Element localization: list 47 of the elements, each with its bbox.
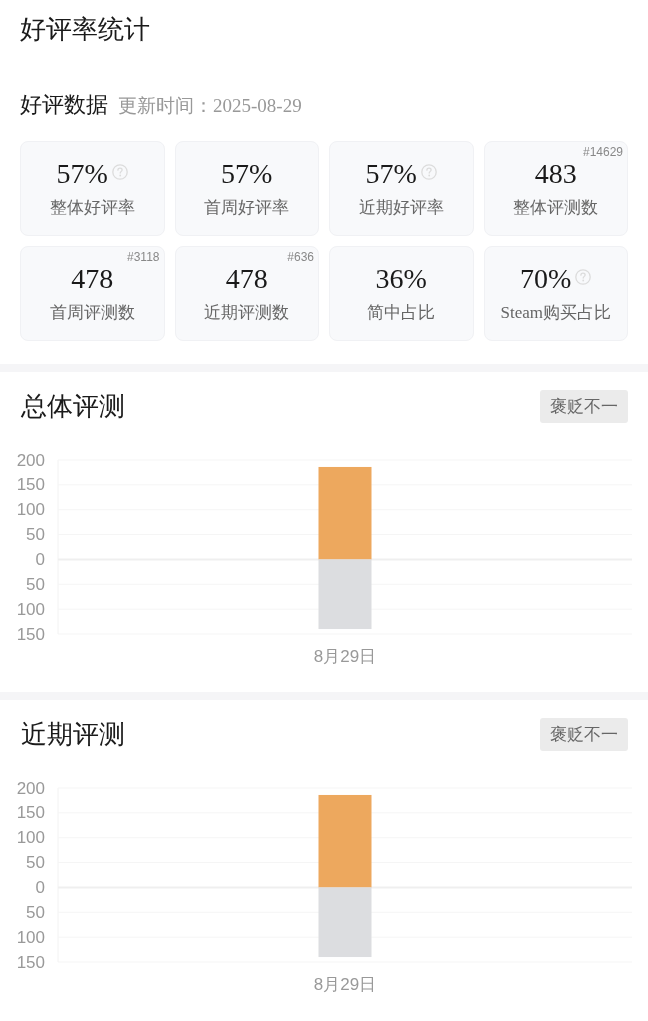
y-axis-label: 0 [35, 877, 45, 897]
y-axis-label: 0 [35, 549, 45, 569]
x-axis-label: 8月29日 [313, 646, 377, 666]
rank-number: #636 [287, 250, 314, 264]
update-time: 更新时间：2025-08-29 [118, 94, 302, 118]
y-axis-label: 150 [16, 475, 45, 495]
help-icon[interactable] [111, 163, 128, 180]
y-axis-label: 150 [16, 624, 45, 644]
y-axis-label: 100 [16, 599, 45, 619]
y-axis-label: 100 [16, 927, 45, 947]
stat-label: 首周评测数 [49, 301, 135, 324]
stat-value: 36% [375, 262, 427, 295]
stat-label: Steam购买占比 [500, 301, 611, 324]
stat-value: 57% [365, 157, 417, 190]
y-axis-label: 200 [16, 450, 45, 470]
stat-value: 57% [221, 157, 273, 190]
stat-label: 整体评测数 [513, 196, 599, 219]
section-title: 好评数据 [20, 91, 108, 119]
stat-label: 近期好评率 [358, 196, 444, 219]
page-title: 好评率统计 [20, 14, 150, 46]
y-axis-label: 200 [16, 778, 45, 798]
help-icon[interactable] [575, 268, 592, 285]
stat-value: 70% [520, 262, 572, 295]
stat-value: 478 [71, 262, 114, 295]
section-title: 总体评测 [21, 390, 125, 423]
stat-value: 57% [56, 157, 108, 190]
rating-tag: 褒贬不一 [540, 718, 628, 751]
y-axis-label: 50 [26, 853, 45, 873]
y-axis-label: 150 [16, 803, 45, 823]
rank-number: #14629 [582, 145, 623, 159]
rank-number: #3118 [127, 250, 160, 264]
y-axis-label: 50 [26, 525, 45, 545]
section-title: 近期评测 [21, 718, 125, 751]
y-axis-label: 50 [26, 574, 45, 594]
stat-label: 首周好评率 [204, 196, 290, 219]
stat-value: 478 [225, 262, 268, 295]
rating-tag: 褒贬不一 [540, 390, 628, 423]
y-axis-label: 100 [16, 828, 45, 848]
y-axis-label: 50 [26, 902, 45, 922]
stat-label: 近期评测数 [204, 301, 290, 324]
y-axis-label: 150 [16, 952, 45, 972]
help-icon[interactable] [420, 163, 437, 180]
x-axis-label: 8月29日 [313, 974, 377, 994]
stat-value: 483 [534, 157, 577, 190]
y-axis-label: 100 [16, 500, 45, 520]
stat-label: 简中占比 [367, 301, 436, 324]
stat-label: 整体好评率 [49, 196, 135, 219]
